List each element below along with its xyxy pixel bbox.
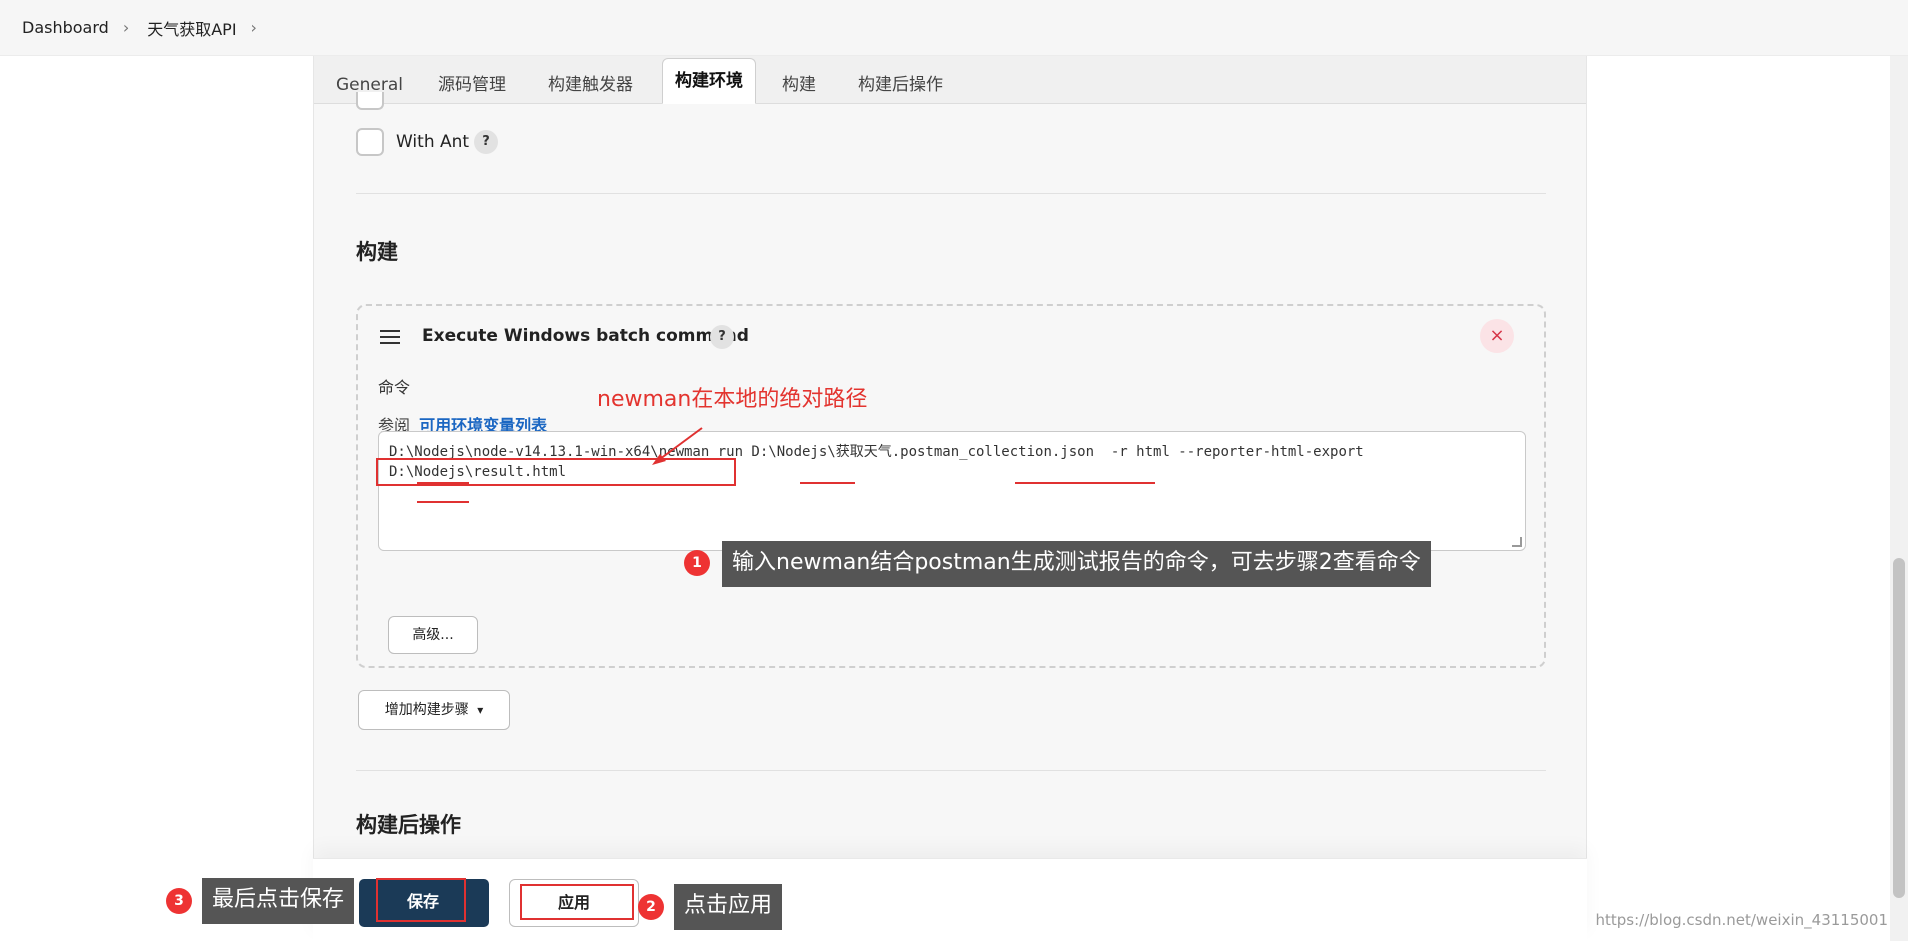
close-icon[interactable]: ×	[1480, 319, 1514, 353]
with-ant-checkbox[interactable]	[356, 128, 384, 156]
drag-handle-icon[interactable]	[380, 330, 400, 344]
chevron-right-icon[interactable]: ›	[251, 18, 257, 37]
advanced-button[interactable]: 高级...	[388, 616, 478, 654]
annotation-callout-1: 输入newman结合postman生成测试报告的命令，可去步骤2查看命令	[722, 541, 1431, 587]
resize-handle-icon[interactable]	[1512, 537, 1522, 547]
page-scrollbar[interactable]	[1890, 56, 1908, 941]
config-tabs: General 源码管理 构建触发器 构建环境 构建 构建后操作	[314, 56, 1586, 104]
help-icon[interactable]: ?	[474, 130, 498, 154]
scrollbar-thumb[interactable]	[1893, 558, 1905, 898]
annotation-badge-3: 3	[166, 888, 192, 914]
build-step-title: Execute Windows batch command	[422, 326, 749, 346]
watermark: https://blog.csdn.net/weixin_43115001	[1595, 911, 1888, 929]
build-step-card: Execute Windows batch command ? × 命令 参阅 …	[356, 304, 1546, 668]
add-build-step-label: 增加构建步骤	[384, 702, 469, 718]
caret-down-icon: ▾	[477, 703, 484, 717]
annotation-save-box	[376, 878, 466, 922]
action-bar: 保存 应用	[313, 858, 1587, 941]
tab-build[interactable]: 构建	[770, 68, 828, 102]
command-textarea[interactable]: D:\Nodejs\node-v14.13.1-win-x64\newman r…	[378, 431, 1526, 551]
divider	[356, 193, 1546, 194]
spellcheck-underline	[417, 482, 469, 484]
build-section-title: 构建	[356, 240, 398, 264]
annotation-callout-3: 最后点击保存	[202, 878, 355, 924]
config-panel: General 源码管理 构建触发器 构建环境 构建 构建后操作 With An…	[313, 56, 1587, 858]
divider	[356, 770, 1546, 771]
chevron-right-icon: ›	[122, 18, 130, 37]
post-build-section-title: 构建后操作	[356, 813, 461, 837]
breadcrumb-dashboard[interactable]: Dashboard	[22, 18, 109, 37]
tab-source[interactable]: 源码管理	[426, 68, 518, 102]
spellcheck-underline	[800, 482, 855, 484]
help-icon[interactable]: ?	[710, 325, 734, 349]
spellcheck-underline	[417, 501, 469, 503]
checkbox-partial[interactable]	[356, 92, 384, 110]
breadcrumb-job[interactable]: 天气获取API	[147, 16, 236, 40]
breadcrumb: Dashboard › 天气获取API ›	[0, 0, 1908, 56]
annotation-badge-2: 2	[638, 894, 664, 920]
command-label: 命令	[378, 378, 411, 397]
spellcheck-underline	[1015, 482, 1155, 484]
tab-post-build[interactable]: 构建后操作	[846, 68, 955, 102]
tab-build-env[interactable]: 构建环境	[662, 58, 756, 104]
annotation-apply-box	[520, 884, 634, 920]
annotation-badge-1: 1	[684, 550, 710, 576]
annotation-callout-2: 点击应用	[674, 884, 783, 930]
tab-triggers[interactable]: 构建触发器	[536, 68, 645, 102]
with-ant-label: With Ant	[396, 132, 470, 152]
add-build-step-button[interactable]: 增加构建步骤 ▾	[358, 690, 510, 730]
annotation-path-note: newman在本地的绝对路径	[597, 387, 868, 412]
